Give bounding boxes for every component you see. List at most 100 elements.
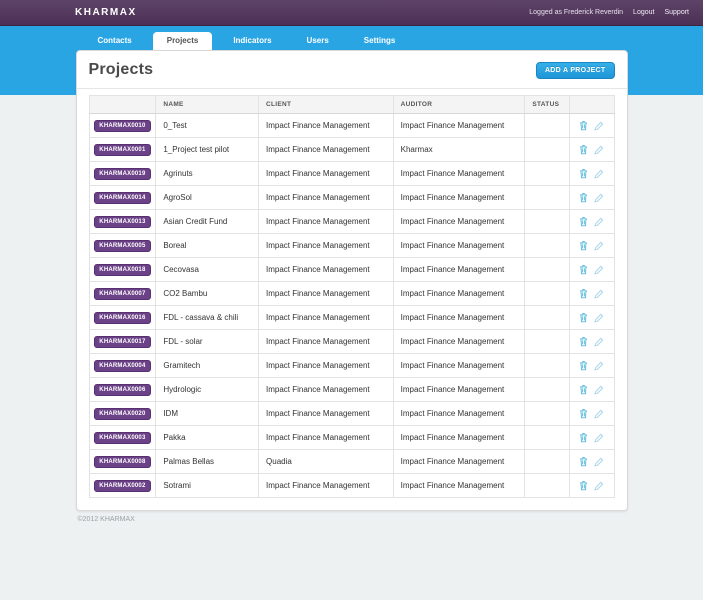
project-client-cell: Impact Finance Management <box>259 138 394 162</box>
logged-in-as-label: Logged as Frederick Reverdin <box>529 9 623 16</box>
logout-link[interactable]: Logout <box>633 9 654 16</box>
project-client-cell: Impact Finance Management <box>259 378 394 402</box>
table-row: KHARMAX0006 Hydrologic Impact Finance Ma… <box>89 378 614 402</box>
edit-icon[interactable] <box>594 313 604 323</box>
tab-bar: Contacts Projects Indicators Users Settings <box>76 26 628 50</box>
table-row: KHARMAX0002 Sotrami Impact Finance Manag… <box>89 474 614 498</box>
table-header-row: NAMECLIENTAUDITORSTATUS <box>89 96 614 114</box>
delete-icon[interactable] <box>579 408 588 419</box>
project-code-badge: KHARMAX0016 <box>94 312 150 324</box>
add-project-button[interactable]: ADD A PROJECT <box>536 62 615 79</box>
column-header-client: CLIENT <box>259 96 394 114</box>
table-row: KHARMAX0014 AgroSol Impact Finance Manag… <box>89 186 614 210</box>
project-name-cell: Hydrologic <box>156 378 259 402</box>
project-code-badge: KHARMAX0007 <box>94 288 150 300</box>
delete-icon[interactable] <box>579 384 588 395</box>
edit-icon[interactable] <box>594 337 604 347</box>
project-name-cell: 0_Test <box>156 114 259 138</box>
project-client-cell: Impact Finance Management <box>259 234 394 258</box>
delete-icon[interactable] <box>579 192 588 203</box>
app-logo[interactable]: KHARMAX <box>75 7 137 18</box>
project-status-cell <box>525 282 570 306</box>
project-client-cell: Impact Finance Management <box>259 210 394 234</box>
column-header-blank-5 <box>570 96 614 114</box>
project-name-cell: Sotrami <box>156 474 259 498</box>
project-name-cell: Cecovasa <box>156 258 259 282</box>
page-title: Projects <box>89 61 154 79</box>
project-auditor-cell: Impact Finance Management <box>393 426 525 450</box>
project-auditor-cell: Impact Finance Management <box>393 186 525 210</box>
table-row: KHARMAX0020 IDM Impact Finance Managemen… <box>89 402 614 426</box>
column-header-name: NAME <box>156 96 259 114</box>
delete-icon[interactable] <box>579 264 588 275</box>
project-client-cell: Impact Finance Management <box>259 426 394 450</box>
delete-icon[interactable] <box>579 120 588 131</box>
edit-icon[interactable] <box>594 481 604 491</box>
edit-icon[interactable] <box>594 433 604 443</box>
table-row: KHARMAX0016 FDL - cassava & chili Impact… <box>89 306 614 330</box>
edit-icon[interactable] <box>594 217 604 227</box>
project-code-badge: KHARMAX0013 <box>94 216 150 228</box>
project-auditor-cell: Impact Finance Management <box>393 378 525 402</box>
delete-icon[interactable] <box>579 216 588 227</box>
edit-icon[interactable] <box>594 265 604 275</box>
project-code-badge: KHARMAX0008 <box>94 456 150 468</box>
edit-icon[interactable] <box>594 289 604 299</box>
table-row: KHARMAX0007 CO2 Bambu Impact Finance Man… <box>89 282 614 306</box>
delete-icon[interactable] <box>579 312 588 323</box>
table-row: KHARMAX0008 Palmas Bellas Quadia Impact … <box>89 450 614 474</box>
tab-contacts[interactable]: Contacts <box>84 32 146 50</box>
tab-indicators[interactable]: Indicators <box>219 32 285 50</box>
delete-icon[interactable] <box>579 240 588 251</box>
table-row: KHARMAX0003 Pakka Impact Finance Managem… <box>89 426 614 450</box>
tab-projects[interactable]: Projects <box>153 32 213 50</box>
delete-icon[interactable] <box>579 144 588 155</box>
project-code-badge: KHARMAX0002 <box>94 480 150 492</box>
project-status-cell <box>525 162 570 186</box>
delete-icon[interactable] <box>579 480 588 491</box>
project-client-cell: Impact Finance Management <box>259 114 394 138</box>
project-status-cell <box>525 138 570 162</box>
project-auditor-cell: Kharmax <box>393 138 525 162</box>
projects-panel: Projects ADD A PROJECT NAMECLIENTAUDITOR… <box>76 50 628 511</box>
project-code-badge: KHARMAX0006 <box>94 384 150 396</box>
support-link[interactable]: Support <box>664 9 689 16</box>
table-row: KHARMAX0005 Boreal Impact Finance Manage… <box>89 234 614 258</box>
edit-icon[interactable] <box>594 361 604 371</box>
project-code-badge: KHARMAX0019 <box>94 168 150 180</box>
table-row: KHARMAX0017 FDL - solar Impact Finance M… <box>89 330 614 354</box>
project-client-cell: Impact Finance Management <box>259 474 394 498</box>
delete-icon[interactable] <box>579 360 588 371</box>
project-name-cell: Agrinuts <box>156 162 259 186</box>
edit-icon[interactable] <box>594 409 604 419</box>
delete-icon[interactable] <box>579 456 588 467</box>
tab-users[interactable]: Users <box>293 32 343 50</box>
project-code-badge: KHARMAX0014 <box>94 192 150 204</box>
top-app-bar: KHARMAX Logged as Frederick Reverdin Log… <box>0 0 703 26</box>
edit-icon[interactable] <box>594 121 604 131</box>
edit-icon[interactable] <box>594 457 604 467</box>
project-auditor-cell: Impact Finance Management <box>393 282 525 306</box>
project-name-cell: CO2 Bambu <box>156 282 259 306</box>
edit-icon[interactable] <box>594 169 604 179</box>
edit-icon[interactable] <box>594 241 604 251</box>
copyright-footer: ©2012 KHARMAX <box>76 516 628 523</box>
edit-icon[interactable] <box>594 385 604 395</box>
project-status-cell <box>525 354 570 378</box>
delete-icon[interactable] <box>579 288 588 299</box>
delete-icon[interactable] <box>579 432 588 443</box>
edit-icon[interactable] <box>594 145 604 155</box>
project-auditor-cell: Impact Finance Management <box>393 306 525 330</box>
project-status-cell <box>525 450 570 474</box>
project-code-badge: KHARMAX0010 <box>94 120 150 132</box>
delete-icon[interactable] <box>579 336 588 347</box>
edit-icon[interactable] <box>594 193 604 203</box>
tab-settings[interactable]: Settings <box>350 32 410 50</box>
table-row: KHARMAX0010 0_Test Impact Finance Manage… <box>89 114 614 138</box>
delete-icon[interactable] <box>579 168 588 179</box>
project-name-cell: Gramitech <box>156 354 259 378</box>
table-row: KHARMAX0013 Asian Credit Fund Impact Fin… <box>89 210 614 234</box>
project-name-cell: Boreal <box>156 234 259 258</box>
project-auditor-cell: Impact Finance Management <box>393 330 525 354</box>
project-auditor-cell: Impact Finance Management <box>393 258 525 282</box>
